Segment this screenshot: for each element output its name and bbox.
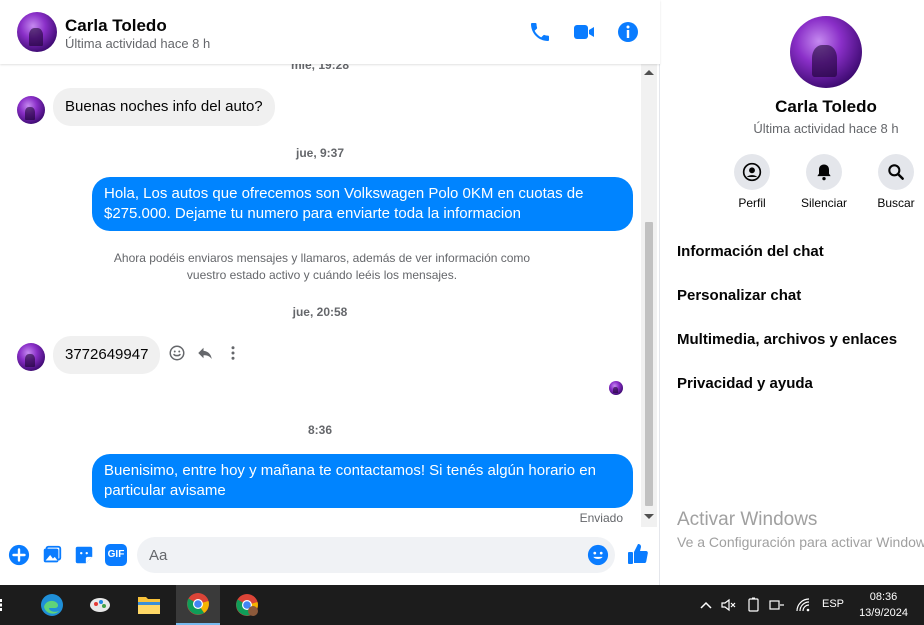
phone-icon[interactable]: [528, 20, 552, 44]
read-receipt-avatar: [609, 381, 623, 395]
edge-icon[interactable]: [30, 585, 74, 625]
profile-label: Perfil: [738, 196, 766, 210]
plus-icon[interactable]: [8, 544, 30, 566]
scroll-up-arrow[interactable]: [644, 70, 654, 75]
chat-header: Carla Toledo Última actividad hace 8 h: [0, 0, 660, 64]
more-options-icon[interactable]: [224, 344, 242, 362]
messenger-app: Carla Toledo Última actividad hace 8 h m…: [0, 0, 924, 585]
mute-button[interactable]: Silenciar: [784, 154, 864, 210]
system-clock[interactable]: 08:36 13/9/2024: [859, 589, 908, 621]
photo-icon[interactable]: [41, 544, 63, 566]
sent-status: Enviado: [579, 511, 623, 525]
activate-windows-title: Activar Windows: [677, 509, 818, 530]
contact-avatar-large[interactable]: [790, 16, 862, 88]
paint-icon[interactable]: [78, 585, 122, 625]
chevron-up-icon[interactable]: [698, 597, 714, 613]
search-label: Buscar: [877, 196, 915, 210]
volume-muted-icon[interactable]: [720, 597, 736, 613]
chat-panel: Carla Toledo Última actividad hace 8 h m…: [0, 0, 660, 585]
gif-icon[interactable]: GIF: [105, 544, 127, 566]
contact-name[interactable]: Carla Toledo: [65, 16, 167, 36]
menu-media-files-links[interactable]: Multimedia, archivos y enlaces: [677, 331, 897, 348]
mute-label: Silenciar: [800, 196, 848, 210]
timestamp: 8:36: [307, 423, 333, 437]
reply-icon[interactable]: [196, 344, 214, 362]
wifi-icon[interactable]: [795, 597, 811, 613]
outgoing-message[interactable]: Hola, Los autos que ofrecemos son Volksw…: [92, 177, 633, 231]
language-indicator[interactable]: ESP: [822, 598, 844, 610]
timestamp: jue, 20:58: [292, 305, 348, 319]
search-button[interactable]: Buscar: [856, 154, 924, 210]
scroll-thumb[interactable]: [645, 222, 653, 506]
info-icon[interactable]: [616, 20, 640, 44]
battery-icon[interactable]: [746, 597, 762, 613]
contact-name: Carla Toledo: [775, 97, 877, 116]
scroll-down-arrow[interactable]: [644, 514, 654, 519]
react-emoji-icon[interactable]: [168, 344, 186, 362]
menu-chat-info[interactable]: Información del chat: [677, 243, 824, 260]
contact-status: Última actividad hace 8 h: [65, 36, 211, 51]
composer: GIF: [0, 533, 660, 577]
chrome-icon[interactable]: [176, 585, 220, 625]
sticker-icon[interactable]: [73, 544, 95, 566]
incoming-message[interactable]: 3772649947: [53, 336, 161, 374]
activate-windows-subtitle: Ve a Configuración para activar Windows.: [677, 534, 924, 550]
clock-time: 08:36: [869, 591, 898, 603]
like-icon[interactable]: [626, 542, 650, 566]
bell-icon: [817, 164, 831, 181]
outgoing-message[interactable]: Buenisimo, entre hoy y mañana te contact…: [92, 454, 633, 508]
timestamp: mié, 19:28: [290, 64, 350, 72]
timestamp: jue, 9:37: [295, 146, 345, 160]
menu-customize-chat[interactable]: Personalizar chat: [677, 287, 801, 304]
contact-status: Última actividad hace 8 h: [753, 121, 899, 136]
profile-icon: [742, 162, 762, 182]
emoji-icon[interactable]: [587, 544, 609, 566]
message-input[interactable]: [137, 537, 615, 573]
message-avatar[interactable]: [17, 96, 45, 124]
conversation-info-panel: Carla Toledo Última actividad hace 8 h P…: [661, 0, 924, 585]
incoming-message[interactable]: Buenas noches info del auto?: [53, 88, 275, 126]
menu-privacy-help[interactable]: Privacidad y ayuda: [677, 375, 813, 392]
windows-taskbar: ESP 08:36 13/9/2024: [0, 585, 924, 625]
file-explorer-icon[interactable]: [127, 585, 171, 625]
task-view-icon[interactable]: [0, 585, 14, 625]
network-icon[interactable]: [769, 597, 785, 613]
contact-avatar[interactable]: [17, 12, 57, 52]
scrollbar[interactable]: [641, 64, 657, 527]
chrome-profile-icon[interactable]: [225, 585, 269, 625]
message-list[interactable]: mié, 19:28 Buenas noches info del auto? …: [0, 64, 640, 527]
search-icon: [888, 164, 904, 180]
clock-date: 13/9/2024: [859, 607, 908, 619]
system-note: Ahora podéis enviaros mensajes y llamaro…: [113, 251, 531, 282]
video-icon[interactable]: [572, 20, 596, 44]
message-avatar[interactable]: [17, 343, 45, 371]
profile-button[interactable]: Perfil: [712, 154, 792, 210]
